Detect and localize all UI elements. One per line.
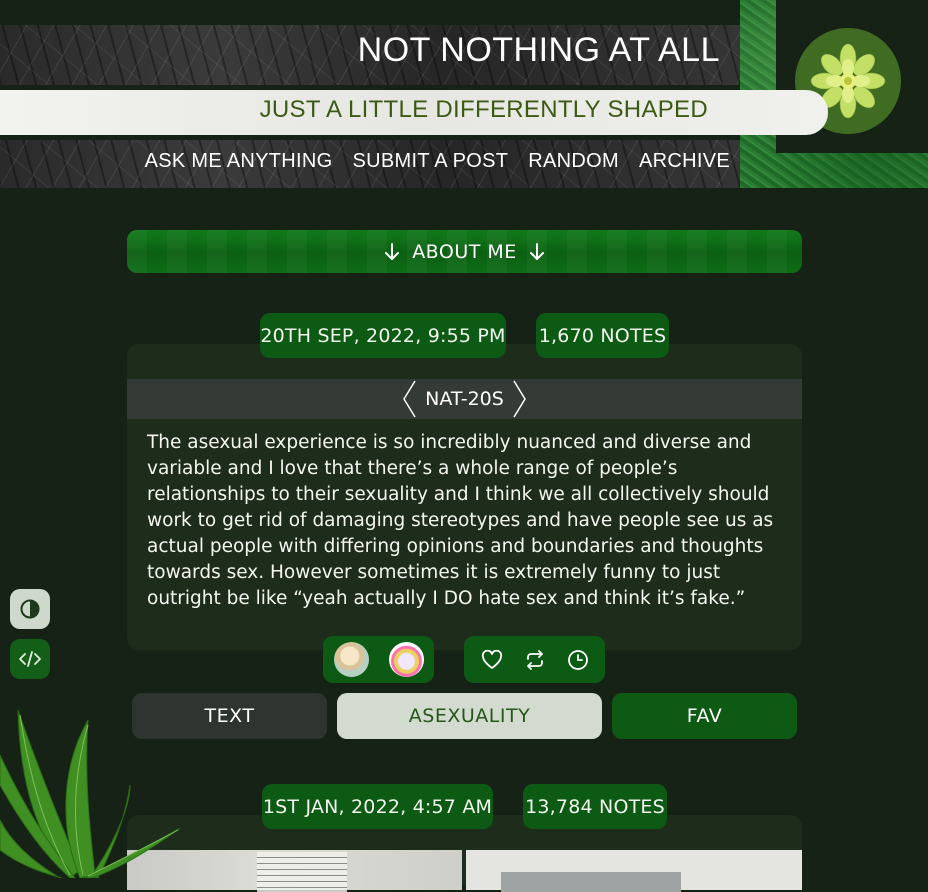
reblog-source-link[interactable]: NAT-20S [425,388,504,410]
code-icon [18,649,42,669]
nav-archive-link[interactable]: ARCHIVE [639,150,730,173]
arrow-down-icon [529,242,545,261]
clock-icon[interactable] [567,649,589,671]
post-image[interactable] [466,850,802,892]
post-date[interactable]: 20TH SEP, 2022, 9:55 PM [260,313,506,358]
code-credit-button[interactable] [10,639,50,679]
site-title[interactable]: NOT NOTHING AT ALL [358,31,720,70]
post-body-text: The asexual experience is so incredibly … [147,432,774,609]
bracket-left-icon [401,379,417,419]
site-subtitle: JUST A LITTLE DIFFERENTLY SHAPED [259,96,708,123]
post-actions [464,636,605,683]
main-nav: ASK ME ANYTHING SUBMIT A POST RANDOM ARC… [145,150,730,173]
post-date[interactable]: 1ST JAN, 2022, 4:57 AM [262,784,493,829]
reblogger-avatar[interactable] [333,642,369,677]
contrast-toggle-button[interactable] [10,589,50,629]
reblog-source-bar: NAT-20S [127,379,802,419]
reblog-icon[interactable] [524,649,546,670]
bracket-right-icon [512,379,528,419]
nav-random-link[interactable]: RANDOM [528,150,619,173]
heart-icon[interactable] [481,649,503,670]
tag-asexuality[interactable]: ASEXUALITY [337,693,602,739]
post-notes-count[interactable]: 13,784 NOTES [523,784,667,829]
note-avatars [323,636,434,683]
about-me-label: ABOUT ME [412,240,517,263]
nav-submit-link[interactable]: SUBMIT A POST [353,150,509,173]
tag-fav[interactable]: FAV [612,693,797,739]
arrow-down-icon [384,242,400,261]
post-notes-count[interactable]: 1,670 NOTES [536,313,669,358]
title-bar: NOT NOTHING AT ALL [0,25,740,85]
subtitle-bar: JUST A LITTLE DIFFERENTLY SHAPED [0,90,828,135]
reblogger-avatar[interactable] [388,642,424,677]
about-me-toggle[interactable]: ABOUT ME [127,230,802,273]
contrast-icon [19,598,41,620]
nav-bar: ASK ME ANYTHING SUBMIT A POST RANDOM ARC… [0,140,740,188]
nav-ask-link[interactable]: ASK ME ANYTHING [145,150,333,173]
leaf-decoration [0,700,190,878]
